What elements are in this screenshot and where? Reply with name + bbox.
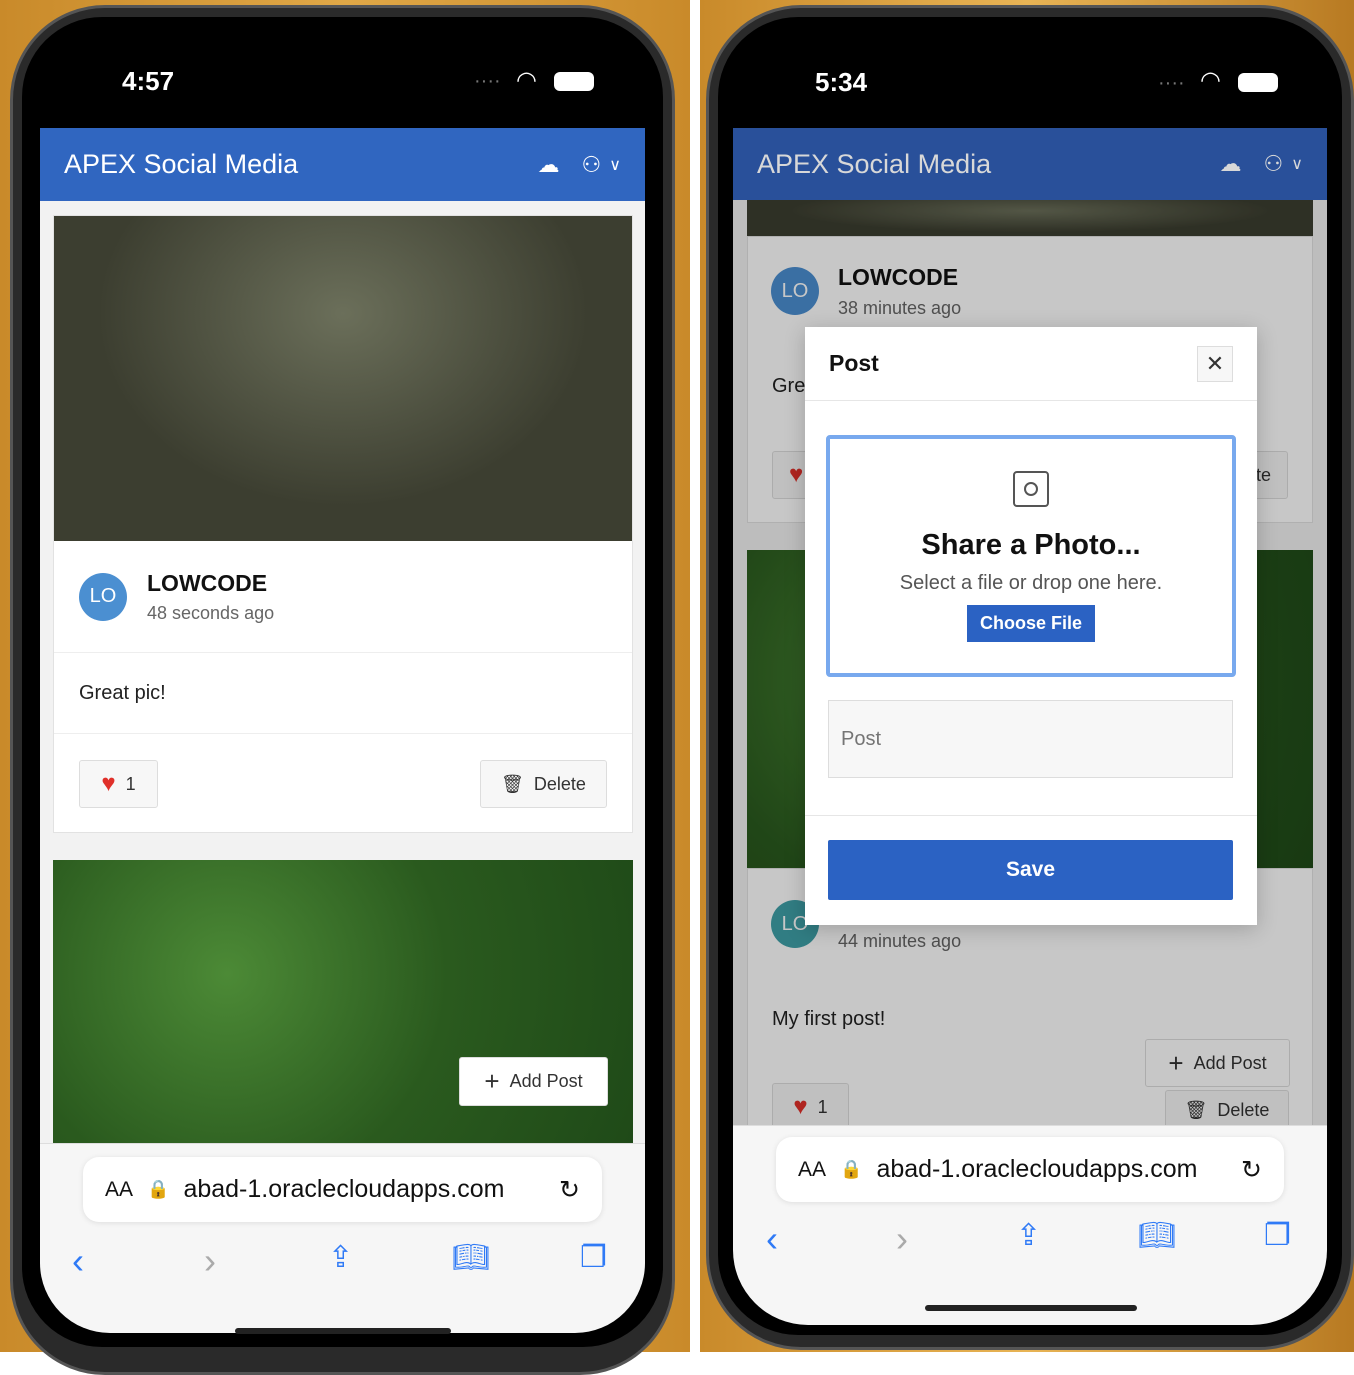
- lock-icon: 🔒: [840, 1159, 863, 1179]
- wifi-icon: ◠: [1200, 67, 1221, 94]
- app-title[interactable]: APEX Social Media: [64, 149, 516, 180]
- url-text[interactable]: abad-1.oraclecloudapps.com: [876, 1155, 1227, 1184]
- forward-icon[interactable]: ›: [896, 1218, 908, 1260]
- signal-icon: ····: [1158, 72, 1185, 94]
- plus-icon: +: [484, 1066, 500, 1096]
- share-icon[interactable]: ⇪: [1016, 1218, 1041, 1253]
- lock-icon: 🔒: [147, 1179, 170, 1199]
- save-button[interactable]: Save: [828, 840, 1233, 900]
- battery-icon: [554, 72, 594, 91]
- chevron-down-icon[interactable]: ∨: [609, 155, 621, 175]
- bookmarks-icon[interactable]: 📖︎: [452, 1240, 490, 1275]
- post-time: 48 seconds ago: [147, 602, 275, 623]
- post-text-input[interactable]: [828, 700, 1233, 778]
- cloud-download-icon[interactable]: ☁: [538, 152, 560, 178]
- app-header: APEX Social Media ☁ ⚇ ∨: [733, 128, 1327, 200]
- share-icon[interactable]: ⇪: [328, 1240, 353, 1275]
- status-time: 4:57: [122, 66, 175, 96]
- dialog-title: Post: [829, 350, 879, 376]
- post-card: LO LOWCODE 48 seconds ago Great pic! ♥ 1 …: [53, 215, 633, 833]
- photo-dropzone[interactable]: Share a Photo... Select a file or drop o…: [826, 435, 1236, 677]
- reload-icon[interactable]: ↻: [1241, 1155, 1262, 1185]
- battery-icon: [1238, 73, 1278, 92]
- text-size-button[interactable]: AA: [105, 1178, 133, 1202]
- delete-button[interactable]: 🗑 Delete: [480, 760, 607, 808]
- text-size-button[interactable]: AA: [798, 1158, 826, 1182]
- signal-icon: ····: [474, 70, 501, 92]
- dropzone-title: Share a Photo...: [921, 529, 1141, 561]
- camera-icon: [1013, 471, 1049, 507]
- post-text: Great pic!: [54, 653, 632, 734]
- tabs-icon[interactable]: ❐: [1264, 1218, 1291, 1253]
- dialog-divider: [805, 815, 1257, 816]
- status-time: 5:34: [815, 67, 868, 97]
- heart-icon: ♥: [101, 770, 116, 797]
- user-icon: ⚇: [1263, 151, 1284, 176]
- url-text[interactable]: abad-1.oraclecloudapps.com: [183, 1175, 545, 1204]
- delete-label: Delete: [533, 773, 586, 794]
- user-icon[interactable]: ⚇: [582, 152, 602, 178]
- app-header: APEX Social Media ☁ ⚇ ∨: [40, 128, 645, 201]
- add-post-button[interactable]: + Add Post: [459, 1057, 608, 1106]
- post-user: LOWCODE: [147, 569, 268, 596]
- back-icon[interactable]: ‹: [72, 1240, 84, 1282]
- url-bar[interactable]: AA 🔒 abad-1.oraclecloudapps.com ↻: [776, 1137, 1284, 1202]
- close-button[interactable]: ✕: [1197, 345, 1233, 382]
- forward-icon[interactable]: ›: [204, 1240, 216, 1282]
- post-image: [54, 216, 632, 541]
- home-indicator: [235, 1328, 451, 1334]
- url-bar[interactable]: AA 🔒 abad-1.oraclecloudapps.com ↻: [83, 1157, 602, 1222]
- add-post-label: Add Post: [509, 1071, 583, 1091]
- choose-file-button[interactable]: Choose File: [966, 605, 1095, 642]
- like-button[interactable]: ♥ 1: [79, 760, 158, 808]
- app-title: APEX Social Media: [757, 148, 992, 179]
- back-icon[interactable]: ‹: [766, 1218, 778, 1260]
- post-dialog: Post ✕ Share a Photo... Select a file or…: [805, 327, 1257, 925]
- avatar: LO: [79, 572, 127, 621]
- wifi-icon: ◠: [516, 67, 537, 94]
- dropzone-hint: Select a file or drop one here.: [899, 572, 1163, 594]
- chevron-down-icon: ∨: [1291, 156, 1303, 173]
- reload-icon[interactable]: ↻: [559, 1175, 580, 1205]
- trash-icon: 🗑: [501, 773, 524, 794]
- cloud-download-icon: ☁: [1219, 151, 1242, 176]
- home-indicator: [925, 1305, 1137, 1311]
- tabs-icon[interactable]: ❐: [580, 1240, 607, 1275]
- like-count: 1: [125, 773, 136, 794]
- bookmarks-icon[interactable]: 📖︎: [1138, 1218, 1176, 1253]
